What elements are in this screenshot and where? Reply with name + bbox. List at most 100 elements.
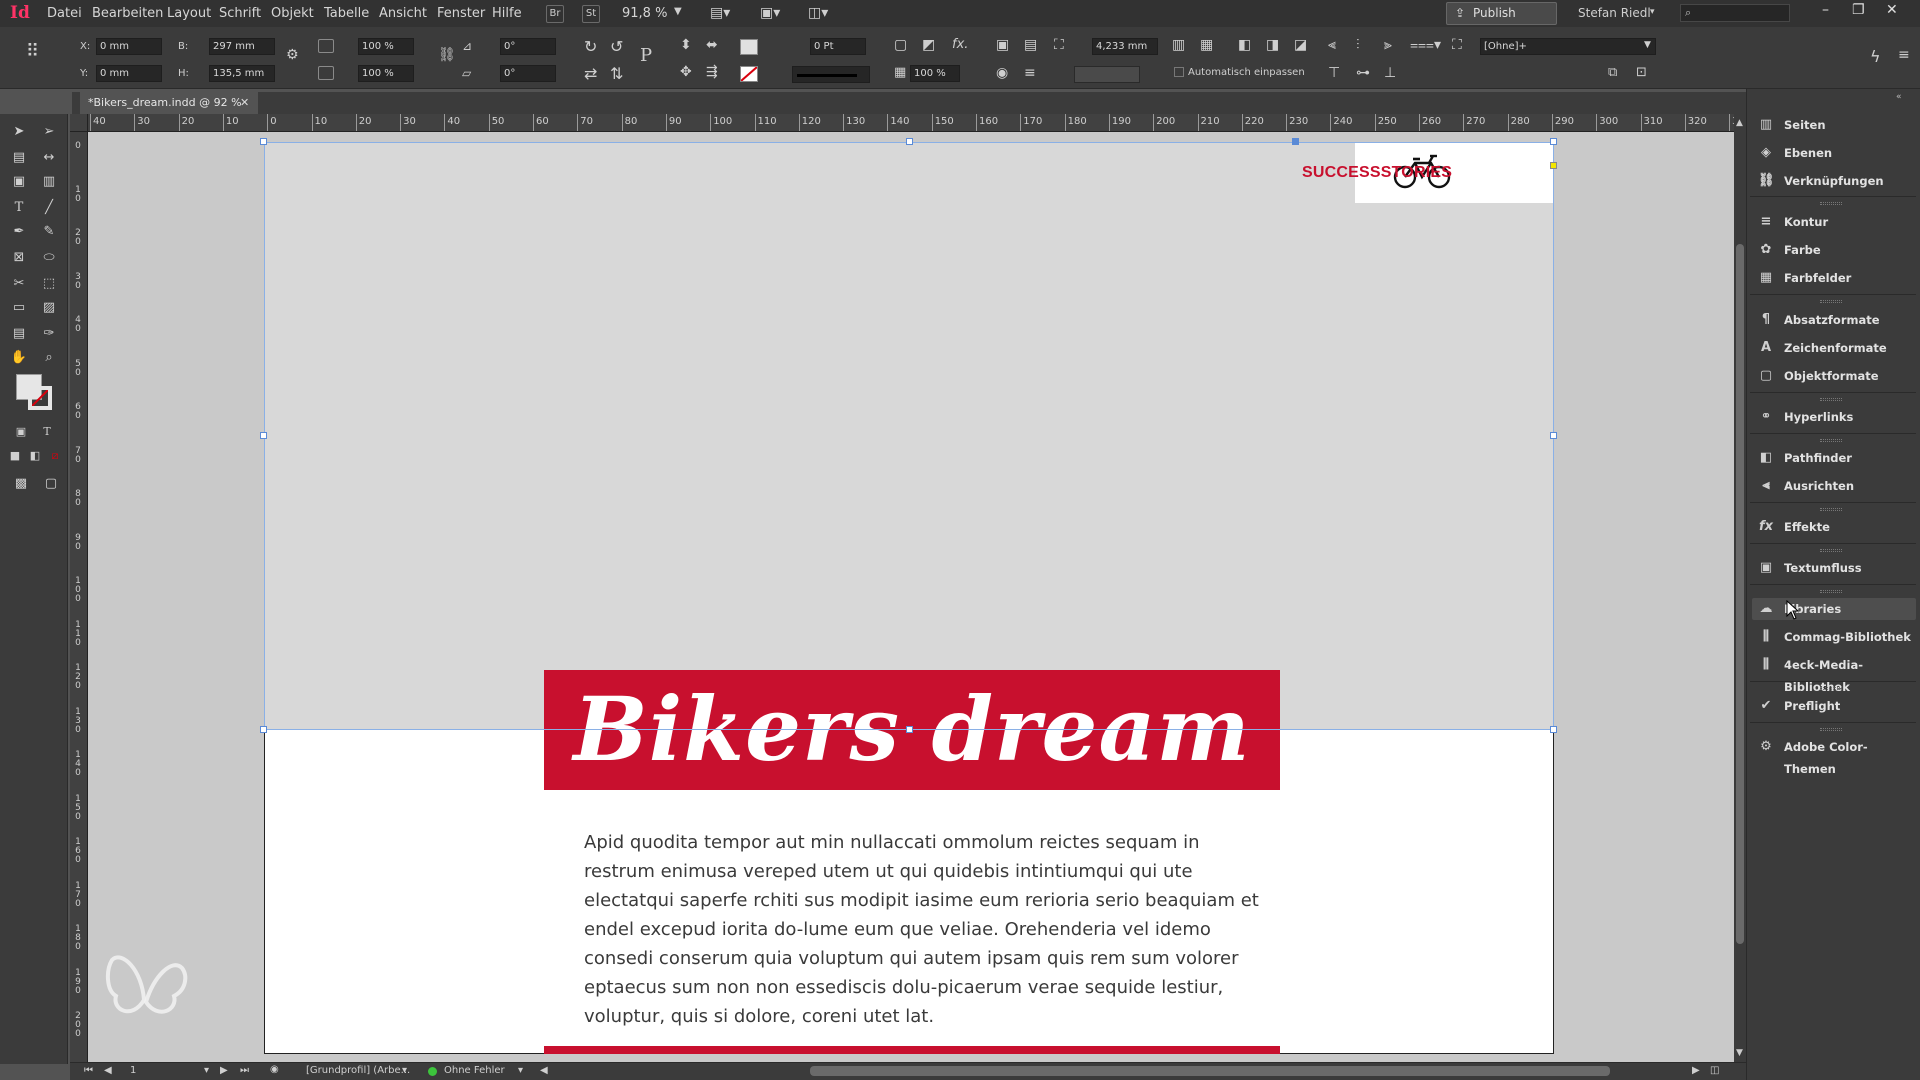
handle-top-center[interactable]: [906, 138, 913, 145]
page-tool-icon[interactable]: ▤: [10, 150, 28, 166]
autofit-checkbox[interactable]: [1174, 67, 1184, 77]
panel-kontur[interactable]: ≡ Kontur: [1752, 211, 1916, 233]
arrange-docs-icon[interactable]: ◫▾: [808, 5, 828, 21]
scroll-right-icon[interactable]: ▶: [1692, 1065, 1700, 1076]
scissors-tool-icon[interactable]: ✂: [10, 276, 28, 292]
reference-point-icon[interactable]: ⠿: [26, 41, 39, 62]
select-next-icon[interactable]: ⇶: [706, 64, 718, 80]
rotate-cw-icon[interactable]: ↻: [584, 37, 597, 56]
text-wrap-next-icon[interactable]: ◪: [1294, 37, 1307, 53]
panel-grip[interactable]: [1820, 549, 1842, 552]
panel-grip[interactable]: [1820, 687, 1842, 690]
note-tool-icon[interactable]: ▤: [10, 326, 28, 342]
panel-objektformate[interactable]: ▢ Objektformate: [1752, 365, 1916, 387]
dimension-field[interactable]: 4,233 mm: [1092, 38, 1158, 55]
object-style-select[interactable]: [Ohne]+: [1480, 38, 1656, 55]
panel-farbe[interactable]: ✿ Farbe: [1752, 239, 1916, 261]
menu-objekt[interactable]: Objekt: [271, 6, 314, 21]
vertical-ruler[interactable]: 0 10 20 30 40 50 60 70 80 90 100 110 120 130 140 150 160…: [70, 132, 88, 1064]
rectangle-frame-tool-icon[interactable]: ⊠: [10, 250, 28, 266]
view-mode-icon[interactable]: ▩: [12, 476, 30, 492]
zoom-level[interactable]: 91,8 %: [622, 6, 667, 21]
rotate-ccw-icon[interactable]: ↺: [610, 37, 623, 56]
selection-tool-icon[interactable]: ➤: [10, 124, 28, 140]
panel-ebenen[interactable]: ◈ Ebenen: [1752, 142, 1916, 164]
clear-overrides-icon[interactable]: ⧉: [1608, 65, 1617, 80]
preflight-profile-select[interactable]: [Grundprofil] (Arbe...: [306, 1065, 410, 1076]
menu-tabelle[interactable]: Tabelle: [324, 6, 369, 21]
panel-grip[interactable]: [1820, 439, 1842, 442]
menu-layout[interactable]: Layout: [167, 6, 211, 21]
scroll-down-icon[interactable]: ▼: [1736, 1048, 1743, 1058]
user-name[interactable]: Stefan Riedl: [1578, 6, 1651, 20]
menu-ansicht[interactable]: Ansicht: [379, 6, 427, 21]
body-text-frame[interactable]: Apid quodita tempor aut min nullaccati o…: [584, 828, 1264, 1031]
document-canvas[interactable]: SUCCESSSTORIES Bikers dream Apid quodita…: [88, 132, 1734, 1064]
handle-middle-left[interactable]: [260, 432, 267, 439]
flip-icon[interactable]: ⇄: [584, 64, 597, 83]
text-wrap-none-icon[interactable]: ▥: [1172, 37, 1185, 53]
document-tab[interactable]: *Bikers_dream.indd @ 92 % ✕: [80, 92, 258, 114]
minimize-icon[interactable]: –: [1822, 2, 1829, 18]
menu-datei[interactable]: Datei: [47, 6, 82, 21]
handle-top-left[interactable]: [260, 138, 267, 145]
constrain-proportions-icon[interactable]: ⚙: [286, 47, 299, 63]
panel-adobe-color-themen[interactable]: ⚙ Adobe Color-Themen: [1752, 736, 1916, 777]
lightning-icon[interactable]: ϟ: [1870, 47, 1881, 66]
page-number[interactable]: 1: [130, 1065, 136, 1076]
preflight-status[interactable]: Ohne Fehler: [444, 1065, 505, 1076]
panel-hyperlinks[interactable]: ⚭ Hyperlinks: [1752, 406, 1916, 428]
panel-ausrichten[interactable]: ⫷ Ausrichten: [1752, 475, 1916, 497]
pencil-tool-icon[interactable]: ✎: [40, 224, 58, 240]
x-field[interactable]: 0 mm: [96, 38, 162, 55]
panel-farbfelder[interactable]: ▦ Farbfelder: [1752, 267, 1916, 289]
handle-bottom-left[interactable]: [260, 726, 267, 733]
panel-grip[interactable]: [1820, 202, 1842, 205]
vertical-scroll-thumb[interactable]: [1736, 244, 1744, 944]
text-wrap-bbox-icon[interactable]: ▦: [1200, 37, 1213, 53]
content-grabber-handle[interactable]: [1292, 138, 1299, 145]
select-prev-icon[interactable]: ✥: [680, 64, 692, 80]
horizontal-ruler[interactable]: 40 30 20 10 0 10 20 30 40 50 60 70 80 90 100 110 120 130 1…: [88, 114, 1740, 132]
prev-page-icon[interactable]: ◀: [104, 1065, 112, 1076]
ruler-origin[interactable]: [70, 114, 88, 132]
panel-grip[interactable]: [1820, 728, 1842, 731]
content-collector-icon[interactable]: ▣: [10, 174, 28, 190]
close-window-icon[interactable]: ✕: [1886, 2, 1898, 18]
formatting-text-icon[interactable]: T: [38, 424, 56, 440]
center-content-icon[interactable]: ◉: [996, 65, 1008, 81]
close-tab-icon[interactable]: ✕: [240, 92, 249, 114]
live-corner-handle[interactable]: [1550, 162, 1557, 169]
align-center-icon[interactable]: ⫶: [1356, 37, 1360, 53]
restore-icon[interactable]: ❐: [1852, 2, 1865, 18]
panel-grip[interactable]: [1820, 398, 1842, 401]
collapse-panel-icon[interactable]: «: [1896, 92, 1902, 102]
panel-pathfinder[interactable]: ◧ Pathfinder: [1752, 447, 1916, 469]
stroke-type-select[interactable]: [792, 66, 870, 83]
content-placer-icon[interactable]: ▥: [40, 174, 58, 190]
panel-4eck-media-bibliothek[interactable]: ⫼ 4eck-Media-Bibliothek: [1752, 654, 1916, 695]
panel-libraries[interactable]: ☁ Libraries: [1752, 598, 1916, 620]
fit-frame-icon[interactable]: ▤: [1024, 37, 1037, 53]
page-chevron-icon[interactable]: ▾: [204, 1065, 209, 1076]
handle-middle-right[interactable]: [1550, 432, 1557, 439]
apply-color-icon[interactable]: ■: [6, 448, 24, 464]
preflight-chevron-icon[interactable]: ▾: [518, 1065, 523, 1076]
scale-x-field[interactable]: 100 %: [358, 38, 414, 55]
apply-none-icon[interactable]: ⧄: [46, 448, 64, 464]
object-style-icon[interactable]: ⛶: [1452, 37, 1462, 53]
effects-icon[interactable]: fx.: [952, 37, 968, 52]
gap-tool-icon[interactable]: ↔: [40, 150, 58, 166]
apply-gradient-icon[interactable]: ◧: [26, 448, 44, 464]
free-transform-tool-icon[interactable]: ⬚: [40, 276, 58, 292]
flip-vertical-icon[interactable]: ⇅: [610, 64, 623, 83]
handle-bottom-center[interactable]: [906, 726, 913, 733]
stroke-swatch[interactable]: [740, 66, 758, 82]
handle-bottom-right[interactable]: [1550, 726, 1557, 733]
align-bottom-icon[interactable]: ⊥: [1384, 65, 1396, 81]
panel-menu-icon[interactable]: ≡: [1898, 47, 1910, 63]
select-content-icon[interactable]: ⬌: [706, 37, 718, 53]
direct-selection-tool-icon[interactable]: ➢: [40, 124, 58, 140]
stock-button[interactable]: St: [582, 5, 600, 23]
eyedropper-tool-icon[interactable]: ✑: [40, 326, 58, 342]
